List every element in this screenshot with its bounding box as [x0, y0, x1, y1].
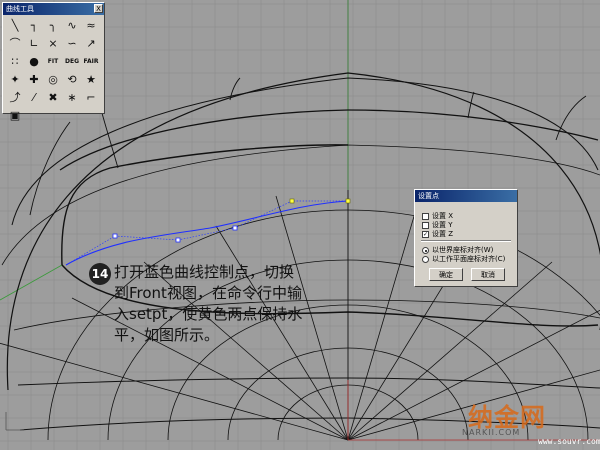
curve-network-icon[interactable]: ⨯	[44, 35, 62, 52]
project-curve-icon[interactable]: ⤴	[6, 89, 24, 106]
extend-curve-icon[interactable]: ⟲	[63, 71, 81, 88]
polyline-icon[interactable]: ╲	[6, 17, 24, 34]
sweep-icon[interactable]: ∟	[25, 35, 43, 52]
split-curve-icon[interactable]: ⁄	[25, 89, 43, 106]
palette-titlebar[interactable]: 曲线工具 X	[3, 3, 104, 15]
set-z-label: 设置 Z	[432, 230, 454, 238]
control-polygon	[65, 200, 348, 266]
blend-curve-icon[interactable]: ≈	[82, 17, 100, 34]
rebuild-icon[interactable]: ↗	[82, 35, 100, 52]
yellow-control-point	[345, 198, 351, 204]
cancel-button[interactable]: 取消	[471, 268, 505, 281]
curve-tools-palette: 曲线工具 X ╲ ┐ ╮ ∿ ≈ ⌒ ∟ ⨯ ∽ ↗ ∷ ● FIT DEG FAIR ✦ ✚ ◎ ⟲ ★ ⤴ ⁄ ✖ ∗ ⌐ ▣	[2, 2, 105, 122]
spline-icon[interactable]: ∽	[63, 35, 81, 52]
align-cplane-label: 以工作平面座标对齐(C)	[432, 255, 506, 263]
dialog-titlebar[interactable]: 设置点	[415, 190, 517, 202]
dialog-title: 设置点	[418, 192, 439, 200]
set-x-checkbox[interactable]	[422, 213, 429, 220]
instruction-line: 平，如图所示。	[114, 326, 220, 344]
blue-curve	[65, 200, 349, 266]
set-x-label: 设置 X	[432, 212, 454, 220]
yellow-control-point	[289, 198, 295, 204]
align-cplane-radio[interactable]	[422, 256, 429, 263]
globe-icon[interactable]: ●	[25, 53, 43, 70]
watermark-url: www.souvr.com	[538, 437, 600, 446]
corner-curve-icon[interactable]: ┐	[25, 17, 43, 34]
set-y-checkbox[interactable]	[422, 222, 429, 229]
deck-curve	[61, 144, 349, 266]
arc-curve-icon[interactable]: ⌒	[6, 35, 24, 52]
curve-corner-icon[interactable]: ╮	[44, 17, 62, 34]
set-y-label: 设置 Y	[432, 221, 453, 229]
tool-grid: ╲ ┐ ╮ ∿ ≈ ⌒ ∟ ⨯ ∽ ↗ ∷ ● FIT DEG FAIR ✦ ✚ ◎ ⟲ ★ ⤴ ⁄ ✖ ∗ ⌐ ▣	[3, 15, 104, 126]
match-curve-icon[interactable]: ∗	[63, 89, 81, 106]
control-point	[112, 233, 118, 239]
insert-knot-icon[interactable]: ✚	[25, 71, 43, 88]
set-y-option[interactable]: 设置 Y	[422, 221, 453, 230]
instruction-line: 打开蓝色曲线控制点，切换	[114, 263, 295, 281]
s-curve-icon[interactable]: ∿	[63, 17, 81, 34]
align-world-label: 以世界座标对齐(W)	[432, 246, 494, 254]
set-z-option[interactable]: ✓ 设置 Z	[422, 230, 453, 239]
step-number-badge: 14	[89, 263, 111, 285]
point-edit-icon[interactable]: ∷	[6, 53, 24, 70]
step-instruction: 打开蓝色曲线控制点，切换 到Front视图，在命令行中输 入setpt，使黄色两…	[114, 262, 354, 346]
pull-curve-icon[interactable]: ⌐	[82, 89, 100, 106]
set-x-option[interactable]: 设置 X	[422, 212, 453, 221]
align-world-radio[interactable]	[422, 247, 429, 254]
instruction-line: 入setpt，使黄色两点保持水	[114, 305, 303, 323]
set-z-checkbox[interactable]: ✓	[422, 231, 429, 238]
radial-line	[347, 195, 421, 441]
palette-title: 曲线工具	[6, 5, 34, 13]
control-point	[232, 225, 238, 231]
tweak-curve-icon[interactable]: ★	[82, 71, 100, 88]
site-watermark: 纳金网 NARKII.COM www.souvr.com	[462, 398, 600, 448]
fit-curve-icon[interactable]: FIT	[44, 53, 62, 70]
bottom-curve	[17, 377, 600, 389]
instruction-line: 到Front视图，在命令行中输	[114, 284, 302, 302]
palette-close-button[interactable]: X	[94, 4, 103, 13]
delete-point-icon[interactable]: ✖	[44, 89, 62, 106]
control-point	[175, 237, 181, 243]
align-cplane-option[interactable]: 以工作平面座标对齐(C)	[422, 255, 505, 264]
world-axis-icon	[5, 412, 24, 431]
ok-button[interactable]: 确定	[429, 268, 463, 281]
align-world-option[interactable]: 以世界座标对齐(W)	[422, 246, 493, 255]
set-point-dialog: 设置点 设置 X 设置 Y ✓ 设置 Z 以世界座标对齐(W) 以工作平面座标对…	[414, 189, 518, 287]
dialog-separator	[421, 240, 511, 242]
more-tools-icon[interactable]: ▣	[6, 107, 24, 124]
control-point-icon[interactable]: ✦	[6, 71, 24, 88]
degree-icon[interactable]: DEG	[63, 53, 81, 70]
watermark-site: NARKII.COM	[462, 428, 521, 437]
fair-curve-icon[interactable]: FAIR	[82, 53, 100, 70]
offset-curve-icon[interactable]: ◎	[44, 71, 62, 88]
